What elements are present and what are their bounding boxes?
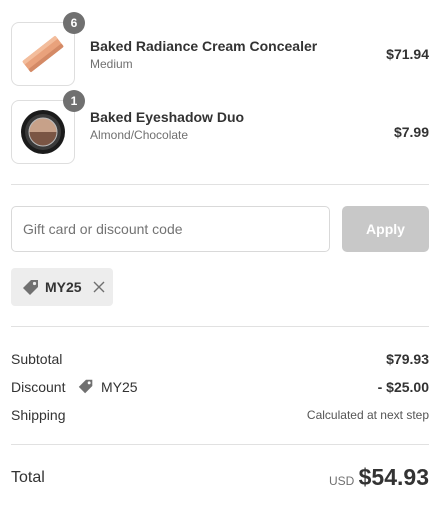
concealer-swatch-image (22, 35, 64, 73)
product-variant: Almond/Chocolate (90, 128, 189, 142)
eyeshadow-compact-image (21, 110, 65, 154)
quantity-badge: 1 (63, 90, 85, 112)
discount-code: MY25 (101, 379, 138, 395)
total-value: $54.93 (358, 464, 429, 490)
product-thumbnail (11, 22, 75, 86)
shipping-value: Calculated at next step (306, 408, 429, 422)
tag-icon (78, 379, 93, 394)
discount-value: - $25.00 (377, 379, 429, 395)
line-item: 6 Baked Radiance Cream Concealer Medium … (11, 12, 429, 86)
divider (11, 326, 429, 327)
discount-code-input[interactable] (11, 206, 330, 252)
currency-code: USD (329, 474, 355, 488)
line-item: 1 Baked Eyeshadow Duo Almond/Chocolate $… (11, 90, 429, 164)
discount-label: Discount (11, 379, 66, 395)
applied-discount-chip: MY25 (11, 268, 113, 306)
product-price: $7.99 (393, 124, 429, 140)
total-label: Total (11, 469, 45, 486)
applied-code-label: MY25 (45, 279, 82, 295)
apply-button[interactable]: Apply (342, 206, 429, 252)
product-price: $71.94 (386, 46, 429, 62)
subtotal-label: Subtotal (11, 351, 63, 367)
product-name: Baked Radiance Cream Concealer (90, 38, 318, 54)
product-variant: Medium (90, 57, 133, 71)
tag-icon (23, 280, 38, 295)
divider (11, 444, 429, 445)
subtotal-value: $79.93 (386, 351, 429, 367)
quantity-badge: 6 (63, 12, 85, 34)
shipping-label: Shipping (11, 407, 66, 423)
product-thumbnail (11, 100, 75, 164)
product-name: Baked Eyeshadow Duo (90, 109, 245, 125)
divider (11, 184, 429, 185)
remove-discount-close-icon[interactable] (90, 277, 108, 297)
